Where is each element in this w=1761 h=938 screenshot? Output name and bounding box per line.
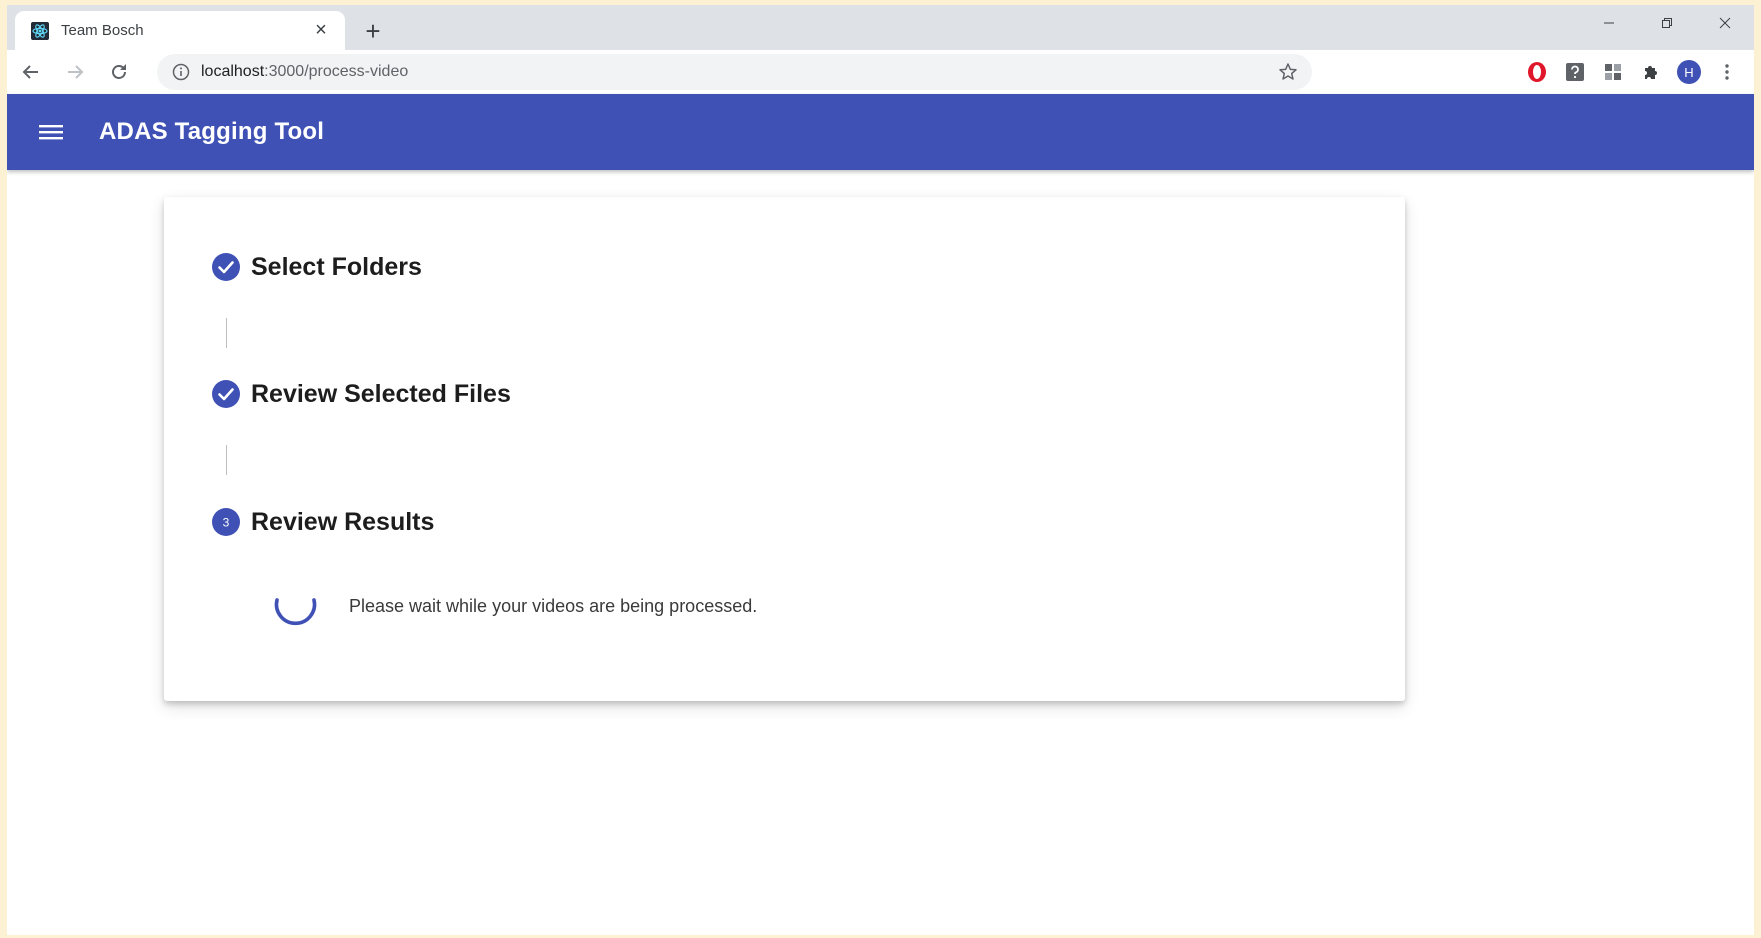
profile-initial: H bbox=[1677, 60, 1701, 84]
step-review-selected-files[interactable]: Review Selected Files bbox=[211, 379, 511, 409]
step-label: Select Folders bbox=[251, 252, 422, 281]
check-circle-icon bbox=[211, 252, 241, 282]
puzzle-extensions-icon[interactable] bbox=[1632, 54, 1670, 90]
window-controls bbox=[1580, 5, 1754, 41]
processing-status: Please wait while your videos are being … bbox=[269, 580, 757, 632]
extensions-area: H bbox=[1518, 54, 1746, 90]
loading-spinner-icon bbox=[269, 580, 321, 632]
close-window-icon[interactable] bbox=[1696, 5, 1754, 41]
url-path: :3000/process-video bbox=[264, 63, 409, 80]
address-bar[interactable]: localhost:3000/process-video bbox=[157, 54, 1312, 90]
step-number: 3 bbox=[223, 516, 230, 530]
profile-avatar[interactable]: H bbox=[1670, 54, 1708, 90]
tab-strip: Team Bosch × + bbox=[7, 5, 1754, 50]
check-circle-icon bbox=[211, 379, 241, 409]
minimize-icon[interactable] bbox=[1580, 5, 1638, 41]
step-select-folders[interactable]: Select Folders bbox=[211, 252, 422, 282]
forward-arrow-icon[interactable] bbox=[55, 54, 95, 90]
stepper-card: Select Folders Review Selected Files 3 R… bbox=[164, 197, 1405, 701]
step-label: Review Results bbox=[251, 507, 435, 536]
app-title: ADAS Tagging Tool bbox=[99, 118, 325, 145]
site-info-icon[interactable] bbox=[171, 62, 191, 82]
step-number-icon: 3 bbox=[211, 507, 241, 537]
restore-icon[interactable] bbox=[1638, 5, 1696, 41]
help-extension-icon[interactable] bbox=[1556, 54, 1594, 90]
back-arrow-icon[interactable] bbox=[11, 54, 51, 90]
step-connector bbox=[226, 318, 227, 348]
app-bar: ADAS Tagging Tool bbox=[7, 94, 1754, 170]
browser-toolbar: localhost:3000/process-video H bbox=[7, 50, 1754, 95]
step-review-results[interactable]: 3 Review Results bbox=[211, 507, 434, 537]
opera-extension-icon[interactable] bbox=[1518, 54, 1556, 90]
react-favicon-icon bbox=[31, 21, 49, 40]
reload-icon[interactable] bbox=[99, 54, 139, 90]
step-label: Review Selected Files bbox=[251, 379, 511, 408]
tab-title: Team Bosch bbox=[61, 22, 144, 39]
tab-close-icon[interactable]: × bbox=[309, 19, 333, 43]
url-host: localhost bbox=[201, 63, 265, 80]
bookmark-star-icon[interactable] bbox=[1276, 60, 1300, 84]
processing-message: Please wait while your videos are being … bbox=[349, 595, 758, 616]
hamburger-menu-icon[interactable] bbox=[27, 108, 75, 156]
grid-extension-icon[interactable] bbox=[1594, 54, 1632, 90]
browser-window: Team Bosch × + localhost:3000/process-vi… bbox=[7, 5, 1754, 935]
step-connector bbox=[226, 445, 227, 475]
new-tab-button[interactable]: + bbox=[359, 17, 387, 45]
url-text: localhost:3000/process-video bbox=[201, 63, 1276, 81]
kebab-menu-icon[interactable] bbox=[1708, 54, 1746, 90]
browser-tab[interactable]: Team Bosch × bbox=[15, 11, 345, 50]
